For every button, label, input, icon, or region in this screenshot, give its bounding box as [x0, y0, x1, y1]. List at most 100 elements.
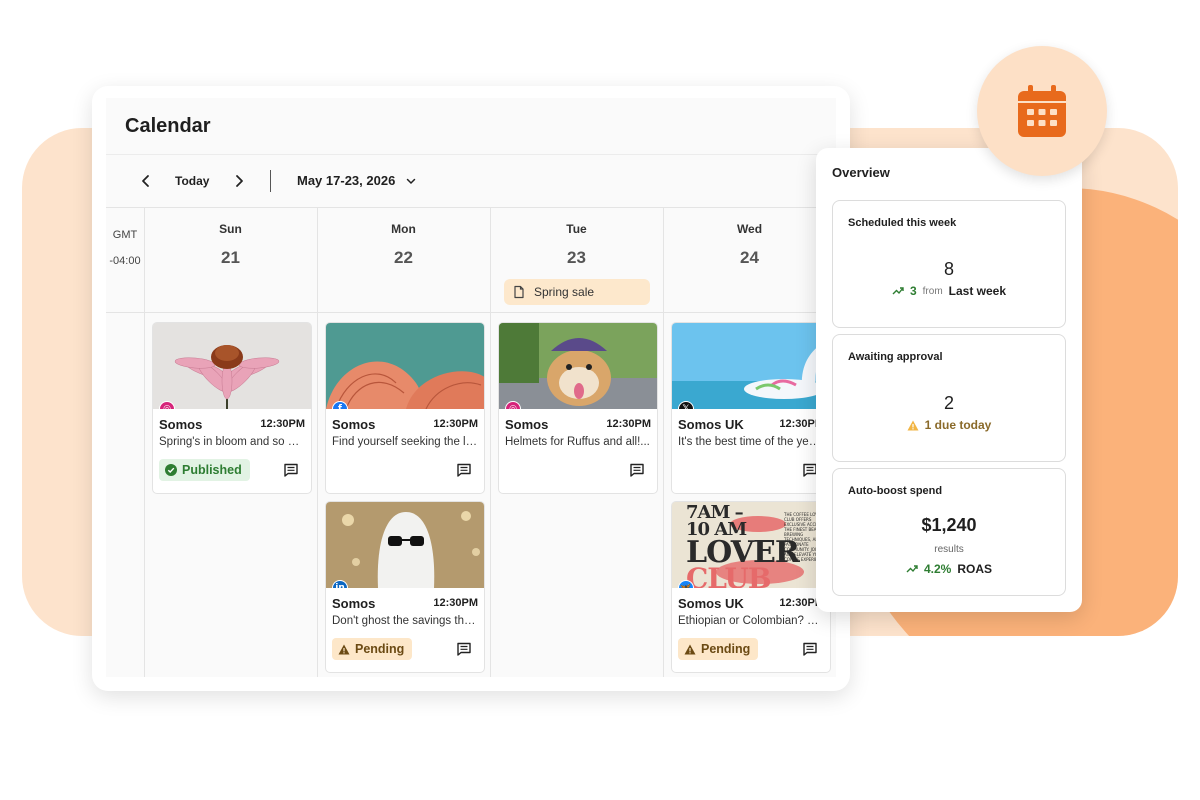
- event-chip-spring-sale[interactable]: Spring sale: [504, 279, 650, 305]
- post-footer: Pending: [672, 627, 830, 667]
- post-caption: Ethiopian or Colombian? Ta...: [678, 615, 829, 627]
- post-time: 12:30PM: [260, 418, 305, 430]
- post-thumbnail: in: [326, 502, 484, 588]
- scheduled-card[interactable]: Scheduled this week 8 3 from Last week: [832, 200, 1066, 328]
- bulldog-image: [499, 323, 657, 409]
- due-note: 1 due today: [924, 418, 992, 432]
- comment-icon[interactable]: [629, 462, 645, 478]
- post-account: Somos: [332, 417, 376, 432]
- trend-up-icon: [892, 287, 904, 295]
- card-delta-row: 4.2% ROAS: [833, 562, 1065, 576]
- unicorn-float-image: [672, 323, 830, 409]
- boost-spend-card[interactable]: Auto-boost spend $1,240 results 4.2% ROA…: [832, 468, 1066, 596]
- timezone-label: GMT -04:00: [106, 222, 144, 274]
- delta-value: 4.2%: [923, 562, 952, 576]
- post-account: Somos: [505, 417, 549, 432]
- post-meta: Somos UK 12:30PM: [672, 588, 830, 611]
- warning-icon: [684, 644, 696, 654]
- mushroom-image: [326, 323, 484, 409]
- post-account: Somos: [159, 417, 203, 432]
- poster-headline: 7AM – 10 AM LOVER CLUB: [686, 504, 800, 589]
- warning-icon: [907, 420, 919, 430]
- day-name: Tue: [566, 222, 587, 236]
- card-label: Scheduled this week: [848, 217, 957, 229]
- calendar-icon: [1018, 85, 1066, 137]
- today-button[interactable]: Today: [175, 174, 209, 188]
- page-title: Calendar: [125, 115, 211, 137]
- card-value: 2: [943, 393, 954, 413]
- day-number: 22: [394, 248, 413, 267]
- card-note-row: 1 due today: [833, 418, 1065, 432]
- post-caption: Helmets for Ruffus and all!...: [505, 436, 650, 448]
- post-card[interactable]: 𝕏 Somos UK 12:30PM It's the best time of…: [671, 322, 831, 494]
- day-name: Sun: [219, 222, 242, 236]
- day-number: 23: [567, 248, 586, 267]
- post-account: Somos UK: [678, 417, 744, 432]
- timezone-offset: -04:00: [109, 255, 141, 267]
- comment-icon[interactable]: [283, 462, 299, 478]
- post-caption: It's the best time of the year...: [678, 436, 828, 448]
- toolbar-divider: [270, 170, 271, 192]
- prev-week-button[interactable]: [134, 169, 158, 193]
- post-caption: Spring's in bloom and so are...: [159, 436, 311, 448]
- comment-icon[interactable]: [456, 641, 472, 657]
- compare-label: Last week: [948, 284, 1007, 298]
- calendar-icon-badge: [977, 46, 1107, 176]
- post-meta: Somos 12:30PM: [499, 409, 657, 432]
- post-card[interactable]: ◎ Somos 12:30PM Helmets for Ruffus and a…: [498, 322, 658, 494]
- trend-up-icon: [906, 565, 918, 573]
- status-label: Pending: [355, 642, 405, 656]
- status-badge: Pending: [678, 638, 759, 660]
- card-delta-row: 3 from Last week: [833, 284, 1065, 298]
- post-account: Somos UK: [678, 596, 744, 611]
- results-label: results: [934, 544, 964, 555]
- card-label: Awaiting approval: [848, 351, 943, 363]
- post-footer: [499, 448, 657, 488]
- date-range-label: May 17-23, 2026: [297, 173, 396, 188]
- day-header-wed[interactable]: Wed 24: [663, 208, 836, 308]
- post-thumbnail: 7AM – 10 AM LOVER CLUB THE COFFEE LOVER …: [672, 502, 830, 588]
- next-week-button[interactable]: [227, 169, 251, 193]
- flower-image: [153, 323, 311, 409]
- post-thumbnail: 𝕏: [672, 323, 830, 409]
- check-circle-icon: [165, 464, 177, 476]
- comment-icon[interactable]: [456, 462, 472, 478]
- post-meta: Somos 12:30PM: [326, 409, 484, 432]
- chevron-down-icon: [407, 178, 416, 184]
- post-meta: Somos 12:30PM: [153, 409, 311, 432]
- post-footer: [672, 448, 830, 488]
- post-meta: Somos UK 12:30PM: [672, 409, 830, 432]
- status-label: Pending: [701, 642, 751, 656]
- comment-icon[interactable]: [802, 641, 818, 657]
- poster-line: CLUB: [686, 562, 772, 589]
- chevron-right-icon: [236, 175, 243, 187]
- card-label: Auto-boost spend: [848, 485, 943, 497]
- post-thumbnail: f: [326, 323, 484, 409]
- post-card[interactable]: ◎ Somos 12:30PM Spring's in bloom and so…: [152, 322, 312, 494]
- approval-card[interactable]: Awaiting approval 2 1 due today: [832, 334, 1066, 462]
- post-time: 12:30PM: [433, 597, 478, 609]
- calendar-inner: Calendar Today May 17-23, 2026 GMT -04:0…: [106, 98, 836, 677]
- day-header-mon[interactable]: Mon 22: [317, 208, 490, 308]
- overview-panel: Overview Scheduled this week 8 3 from La…: [816, 148, 1082, 612]
- post-caption: Find yourself seeking the last...: [332, 436, 484, 448]
- from-label: from: [922, 285, 943, 297]
- calendar-grid: GMT -04:00 Sun 21 Mon 22 Tue 23 Wed 24 S…: [106, 208, 836, 677]
- post-card[interactable]: f Somos 12:30PM Find yourself seeking th…: [325, 322, 485, 494]
- post-footer: Published: [153, 448, 311, 488]
- grid-row-line: [106, 312, 836, 313]
- day-header-sun[interactable]: Sun 21: [144, 208, 317, 308]
- post-thumbnail: ◎: [153, 323, 311, 409]
- post-footer: Pending: [326, 627, 484, 667]
- event-label: Spring sale: [534, 285, 595, 299]
- post-card[interactable]: in Somos 12:30PM Don't ghost the savings…: [325, 501, 485, 673]
- day-number: 24: [740, 248, 759, 267]
- post-card[interactable]: 7AM – 10 AM LOVER CLUB THE COFFEE LOVER …: [671, 501, 831, 673]
- date-range-select[interactable]: May 17-23, 2026: [297, 173, 417, 188]
- stage: Calendar Today May 17-23, 2026 GMT -04:0…: [0, 0, 1200, 800]
- metric-label: ROAS: [957, 562, 993, 576]
- ghost-costume-image: [326, 502, 484, 588]
- day-name: Mon: [391, 222, 416, 236]
- status-badge: Published: [159, 459, 250, 481]
- warning-icon: [338, 644, 350, 654]
